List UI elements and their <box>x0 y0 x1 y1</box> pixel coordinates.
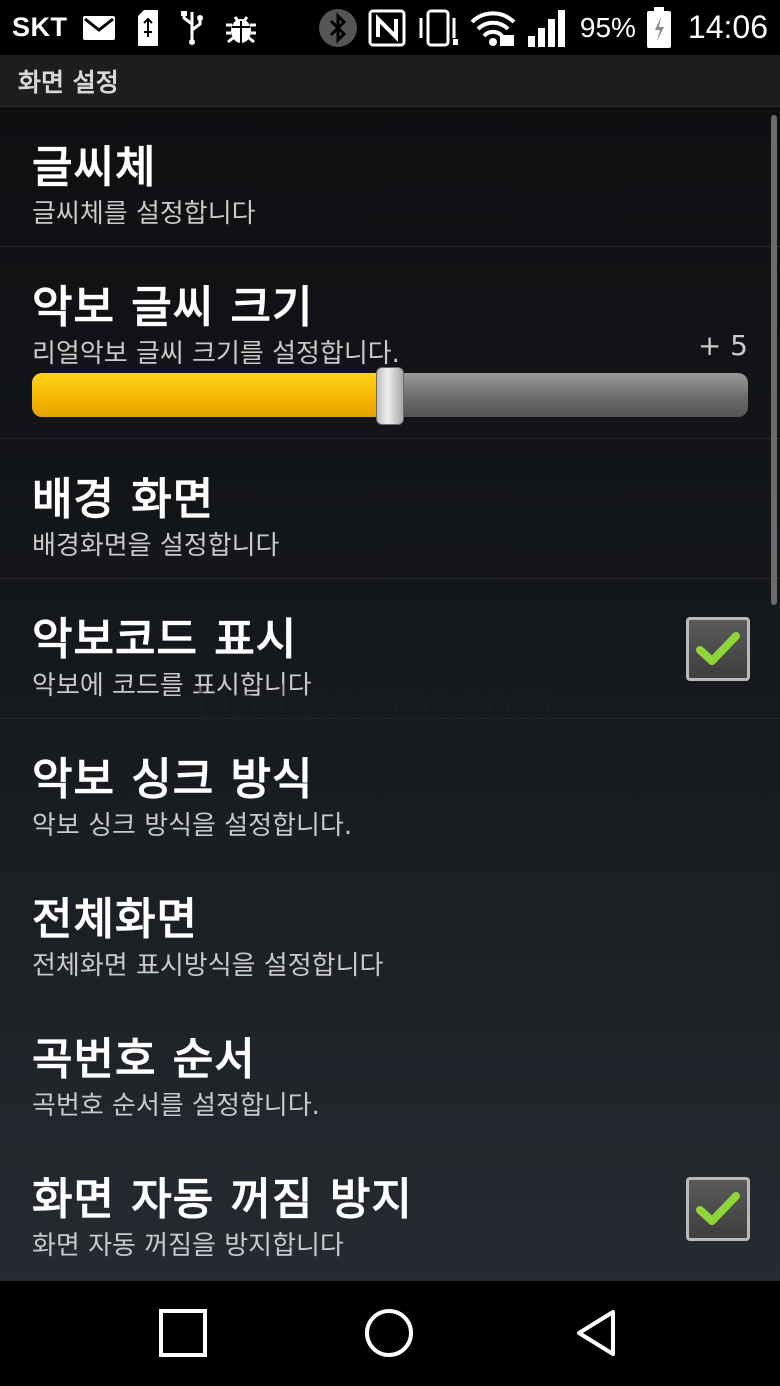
slider-thumb[interactable] <box>376 367 404 425</box>
pref-summary: 악보에 코드를 표시합니다 <box>32 671 312 701</box>
pref-title: 전체화면 <box>32 894 198 945</box>
pref-font[interactable]: 글씨체 글씨체를 설정합니다 <box>0 107 780 247</box>
pref-summary: 전체화면 표시방식을 설정합니다 <box>32 951 384 981</box>
keep-screen-on-checkbox[interactable] <box>686 1177 750 1241</box>
pref-fullscreen[interactable]: 전체화면 전체화면 표시방식을 설정합니다 <box>0 859 780 999</box>
bluetooth-icon <box>318 8 358 48</box>
pref-show-chords[interactable]: 악보코드 표시 악보에 코드를 표시합니다 <box>0 579 780 719</box>
pref-summary: 곡번호 순서를 설정합니다. <box>32 1091 320 1121</box>
signal-icon <box>526 8 570 48</box>
pref-song-number-order[interactable]: 곡번호 순서 곡번호 순서를 설정합니다. <box>0 999 780 1139</box>
pref-title: 악보 싱크 방식 <box>32 754 314 805</box>
usb-icon <box>180 10 204 46</box>
pref-summary: 글씨체를 설정합니다 <box>32 199 256 229</box>
pref-keep-screen-on[interactable]: 화면 자동 꺼짐 방지 화면 자동 꺼짐을 방지합니다 <box>0 1139 780 1279</box>
slider-fill <box>32 373 390 417</box>
pref-summary: 배경화면을 설정합니다 <box>32 531 280 561</box>
pref-title: 배경 화면 <box>32 474 215 525</box>
pref-summary: 리얼악보 글씨 크기를 설정합니다. <box>32 339 400 369</box>
pref-title: 곡번호 순서 <box>32 1034 256 1085</box>
home-icon[interactable] <box>359 1303 419 1363</box>
settings-list: 화면 설정 글씨체 글씨체를 설정합니다 악보 글씨 크기 리얼악보 글씨 크기… <box>0 55 780 1281</box>
debug-bug-icon <box>224 11 258 45</box>
pref-background[interactable]: 배경 화면 배경화면을 설정합니다 <box>0 439 780 579</box>
vibrate-icon <box>416 8 460 48</box>
back-icon[interactable] <box>566 1303 626 1363</box>
wifi-icon <box>470 9 516 47</box>
pref-title: 악보코드 표시 <box>32 614 298 665</box>
battery-icon <box>646 6 672 49</box>
scrollbar[interactable] <box>771 115 777 605</box>
pref-sheet-sync[interactable]: 악보 싱크 방식 악보 싱크 방식을 설정합니다. <box>0 719 780 859</box>
checkmark-icon <box>696 632 740 665</box>
slider-value-label: + 5 <box>697 329 748 362</box>
navigation-bar <box>0 1281 780 1386</box>
clock: 14:06 <box>687 9 768 45</box>
carrier-label: SKT <box>12 12 68 42</box>
sd-card-icon <box>136 9 160 46</box>
checkmark-icon <box>696 1192 740 1225</box>
pref-summary: 화면 자동 꺼짐을 방지합니다 <box>32 1231 344 1261</box>
mail-icon <box>82 15 116 41</box>
recent-apps-icon[interactable] <box>153 1303 213 1363</box>
pref-title: 글씨체 <box>32 142 157 193</box>
pref-sheet-font-size: 악보 글씨 크기 리얼악보 글씨 크기를 설정합니다. + 5 <box>0 247 780 439</box>
nfc-icon <box>368 9 406 47</box>
section-header: 화면 설정 <box>0 55 780 107</box>
battery-percent: 95% <box>579 11 636 43</box>
pref-summary: 악보 싱크 방식을 설정합니다. <box>32 811 353 841</box>
pref-title: 화면 자동 꺼짐 방지 <box>32 1174 413 1225</box>
show-chords-checkbox[interactable] <box>686 617 750 681</box>
status-bar: SKT 95% 14:06 <box>0 0 780 55</box>
pref-title: 악보 글씨 크기 <box>32 282 314 333</box>
